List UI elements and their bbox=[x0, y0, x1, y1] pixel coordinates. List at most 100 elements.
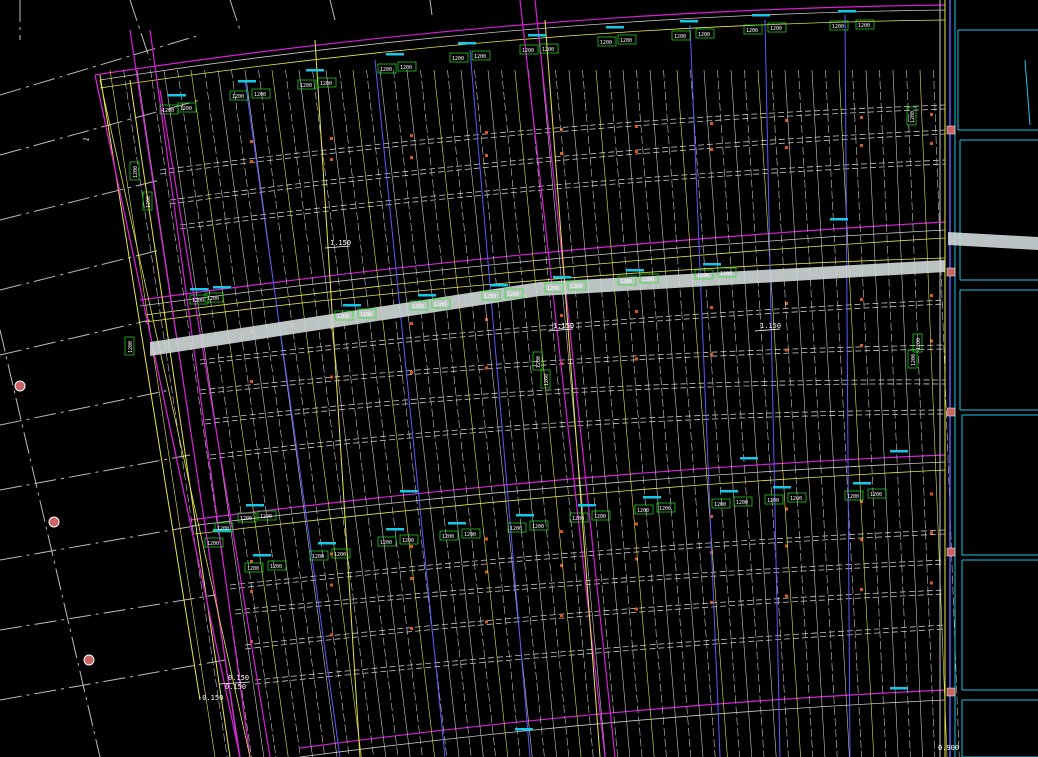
beam-tag bbox=[490, 284, 508, 287]
dimension-tag: 1200 bbox=[177, 102, 197, 113]
dimension-value: 1200 bbox=[452, 56, 464, 62]
joint-marker bbox=[710, 601, 713, 604]
rafter-line bbox=[595, 69, 655, 757]
beam-tag bbox=[680, 20, 698, 23]
dimension-value: 1200 bbox=[380, 540, 392, 546]
beam-tag bbox=[246, 504, 264, 507]
dimension-value: 1200 bbox=[714, 502, 726, 508]
joint-marker bbox=[710, 353, 713, 356]
dimension-value: 1200 bbox=[736, 500, 748, 506]
joint-marker bbox=[860, 344, 863, 347]
rafter-line bbox=[487, 69, 557, 757]
joint-marker bbox=[560, 530, 563, 533]
dimension-value: 1200 bbox=[240, 516, 252, 522]
beam-tag bbox=[703, 263, 721, 266]
boundary-line bbox=[94, 74, 241, 757]
dimension-value: 1200 bbox=[484, 294, 496, 300]
dimension-value: 1200 bbox=[697, 273, 709, 279]
beam-tag bbox=[890, 450, 908, 453]
column-marker bbox=[946, 125, 956, 135]
rafter-line bbox=[514, 69, 582, 757]
dimension-value: 1200 bbox=[254, 92, 266, 98]
beam-tag bbox=[418, 294, 436, 297]
dimension-value: 1200 bbox=[870, 492, 882, 498]
joint-marker bbox=[635, 357, 638, 361]
rafter-line bbox=[906, 69, 936, 757]
room-outline bbox=[1024, 59, 1031, 126]
beam-tag bbox=[528, 34, 546, 37]
dimension-value: 1200 bbox=[412, 304, 424, 310]
dimension-tag: 1200 bbox=[743, 24, 763, 35]
joint-marker bbox=[785, 594, 788, 598]
joint-marker bbox=[710, 122, 713, 125]
elevation-right-corner: 0.900 bbox=[938, 744, 959, 752]
dimension-value: 1200 bbox=[260, 514, 272, 520]
rafter-line bbox=[717, 69, 765, 757]
joint-marker bbox=[330, 583, 333, 587]
joint-marker bbox=[330, 137, 333, 140]
joint-marker bbox=[860, 500, 863, 503]
dimension-tag: 1200 bbox=[229, 90, 249, 101]
joint-marker bbox=[560, 128, 563, 131]
joint-marker bbox=[635, 522, 638, 526]
beam-tag bbox=[830, 218, 848, 221]
rafter-line bbox=[420, 69, 496, 757]
cad-drawing-canvas[interactable]: 1200 1200 1200 1200 1200 1200 1200 1200 1200 1200… bbox=[0, 0, 1038, 757]
column-line bbox=[129, 29, 241, 757]
rafter-line bbox=[298, 69, 387, 757]
dimension-value: 1200 bbox=[232, 94, 244, 100]
dimension-tag: 1200 bbox=[867, 488, 887, 499]
joint-marker bbox=[635, 607, 638, 611]
blue-line bbox=[844, 14, 851, 757]
joint-marker bbox=[250, 380, 253, 383]
rafter-line bbox=[231, 69, 326, 757]
elevation-bottom-corner: -0.150 bbox=[198, 694, 223, 702]
dimension-value: 1200 bbox=[474, 54, 486, 60]
column-marker bbox=[946, 687, 956, 697]
rafter-line bbox=[447, 69, 521, 757]
room-outline bbox=[961, 699, 1038, 757]
beam-tag bbox=[853, 482, 871, 485]
beam-tag bbox=[400, 490, 418, 493]
joint-marker bbox=[410, 156, 413, 159]
cad-drawing-viewport[interactable]: 1200 1200 1200 1200 1200 1200 1200 1200 1200 1200… bbox=[0, 0, 1038, 757]
joint-marker bbox=[860, 144, 863, 147]
beam-tag bbox=[168, 94, 186, 97]
rafter-line bbox=[109, 69, 216, 757]
room-outline bbox=[959, 139, 1038, 281]
dimension-value: 1200 bbox=[858, 23, 870, 29]
joint-marker bbox=[785, 119, 788, 122]
dimension-value: 1200 bbox=[360, 312, 372, 318]
joint-marker bbox=[560, 614, 563, 617]
dimension-value: 1200 bbox=[547, 286, 559, 292]
beam-tag bbox=[190, 288, 208, 291]
rafter-line bbox=[150, 69, 252, 757]
rafter-line bbox=[784, 69, 826, 757]
joint-marker bbox=[860, 588, 863, 591]
joint-marker bbox=[710, 306, 713, 309]
vertical-tag: 1 bbox=[82, 136, 91, 142]
dimension-value: 1200 bbox=[832, 24, 844, 30]
beam-tag bbox=[643, 496, 661, 499]
column-marker bbox=[946, 407, 956, 417]
beam-tag bbox=[838, 10, 856, 13]
rafter-line bbox=[852, 69, 887, 757]
band-line bbox=[189, 454, 946, 521]
joint-marker bbox=[410, 371, 413, 374]
purlin-line bbox=[204, 379, 946, 421]
beam-tag bbox=[606, 26, 624, 29]
dimension-value: 1200 bbox=[320, 81, 332, 87]
dimension-tag: 1200 bbox=[695, 28, 715, 39]
dimension-value: 1200 bbox=[217, 526, 229, 532]
rafter-line bbox=[730, 69, 777, 757]
joint-marker bbox=[860, 298, 863, 301]
dimension-value: 1200 bbox=[698, 32, 710, 38]
beam-tag bbox=[626, 269, 644, 272]
joint-marker bbox=[485, 366, 488, 370]
dimension-value: 1200 bbox=[162, 108, 174, 114]
dimension-value: 1200 bbox=[207, 296, 219, 302]
dimension-tag: 1200 bbox=[399, 534, 419, 545]
beam-tag bbox=[253, 554, 271, 557]
joint-marker bbox=[930, 113, 933, 116]
walkway-strip-right bbox=[948, 232, 1038, 250]
